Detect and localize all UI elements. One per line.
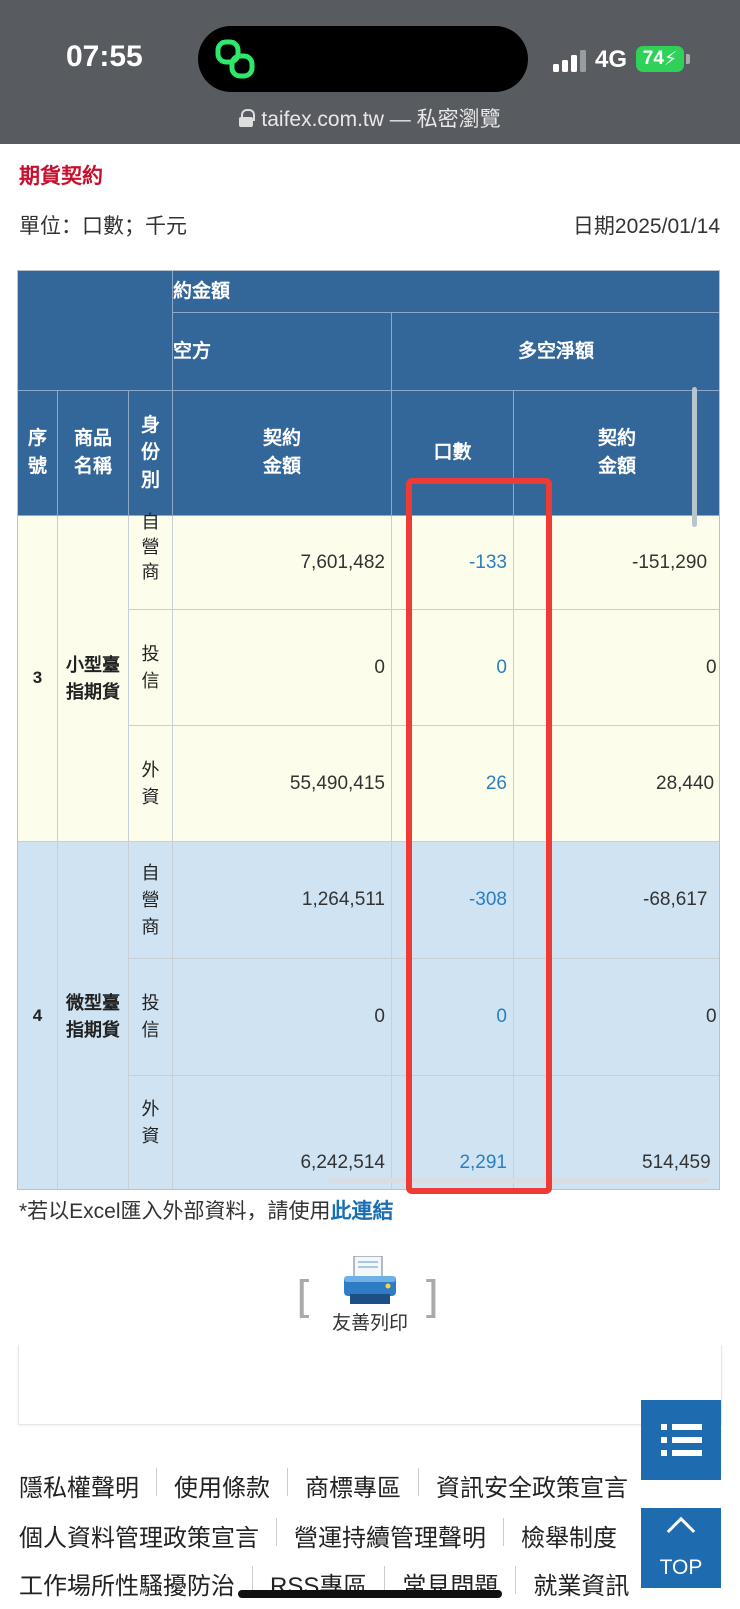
footer-links-row-1: 隱私權聲明 使用條款 商標專區 資訊安全政策宣言 [19,1468,628,1503]
page-title: 期貨契約 [19,165,103,188]
footer-link[interactable]: 工作場所性騷擾防治 [19,1566,235,1601]
url-bar[interactable]: taifex.com.tw — 私密瀏覽 [0,100,740,136]
url-text: taifex.com.tw — 私密瀏覽 [261,108,501,131]
footer-separator [156,1468,157,1496]
table-vertical-scrollbar[interactable] [692,387,697,527]
role-cell: 投 信 [129,610,173,726]
footer-link[interactable]: 個人資料管理政策宣言 [19,1518,259,1553]
battery-nub [686,54,690,64]
seq-cell: 4 [18,842,58,1189]
footer-separator [276,1518,277,1546]
role-cell: 外 資 [129,1076,173,1189]
footer-link[interactable]: 資訊安全政策宣言 [436,1468,628,1503]
header-corner [18,271,173,391]
excel-link[interactable]: 此連結 [331,1200,394,1223]
print-button[interactable]: [ ] 友善列印 [296,1254,444,1334]
seq-cell: 3 [18,516,58,842]
network-type: 4G [595,46,628,73]
battery-level: 74 [642,48,664,69]
futures-table[interactable]: 約金額 空方 多空淨額 序 號 商品 名稱 身 份 別 契約 金額 口數 契約 … [17,270,720,1190]
footer-links-row-2: 個人資料管理政策宣言 營運持續管理聲明 檢舉制度 [19,1518,617,1553]
footer-separator [418,1468,419,1496]
print-label: 友善列印 [331,1313,408,1334]
short-amount-cell: 1,264,511 [173,842,392,959]
excel-note: *若以Excel匯入外部資料，請使用此連結 [19,1195,394,1225]
dynamic-island [198,26,528,92]
footer-link[interactable]: 商標專區 [305,1468,401,1503]
excel-note-text: *若以Excel匯入外部資料，請使用 [19,1200,331,1223]
home-indicator [238,1590,502,1598]
status-bar: 07:55 4G 74 ⚡ taifex.com.tw — 私密瀏覽 [0,0,740,144]
role-cell: 外 資 [129,726,173,842]
unit-label: 單位：口數；千元 [19,215,187,238]
content-box-bottom [18,1345,722,1425]
footer-link[interactable]: 檢舉制度 [521,1518,617,1553]
header-product-name: 商品 名稱 [58,391,129,516]
highlight-box [406,478,552,1194]
short-amount-cell: 7,601,482 [173,516,392,610]
footer-link[interactable]: 營運持續管理聲明 [294,1518,486,1553]
back-to-top-button[interactable]: TOP [641,1508,721,1588]
menu-button[interactable] [641,1400,721,1480]
header-net: 多空淨額 [392,313,719,391]
footer-link[interactable]: 使用條款 [174,1468,270,1503]
printer-icon [344,1256,396,1304]
header-seq: 序 號 [18,391,58,516]
header-role: 身 份 別 [129,391,173,516]
product-name-cell: 微型臺 指期貨 [58,842,129,1189]
short-amount-cell: 55,490,415 [173,726,392,842]
chevron-up-icon [666,1516,696,1534]
footer-separator [287,1468,288,1496]
role-cell: 自 營 商 [129,512,173,610]
footer-separator [503,1518,504,1546]
top-label: TOP [659,1556,703,1579]
header-contract-amount: 約金額 [173,271,719,313]
header-short-side: 空方 [173,313,392,391]
short-amount-cell: 0 [173,610,392,726]
list-menu-icon [661,1424,702,1456]
header-short-contract-amount: 契約 金額 [173,391,392,516]
product-name-cell: 小型臺 指期貨 [58,516,129,842]
role-cell: 投 信 [129,959,173,1076]
lock-icon [239,109,256,127]
footer-link[interactable]: 就業資訊 [533,1566,629,1601]
date-label: 日期2025/01/14 [572,215,720,238]
footer-separator [515,1566,517,1594]
battery-indicator: 74 ⚡ [636,46,684,72]
link-icon [215,39,255,79]
role-cell: 自 營 商 [129,842,173,959]
short-amount-cell: 0 [173,959,392,1076]
footer-link[interactable]: 隱私權聲明 [19,1468,139,1503]
signal-icon [553,50,586,72]
status-time: 07:55 [66,40,143,73]
short-amount-cell: 6,242,514 [173,1076,392,1189]
